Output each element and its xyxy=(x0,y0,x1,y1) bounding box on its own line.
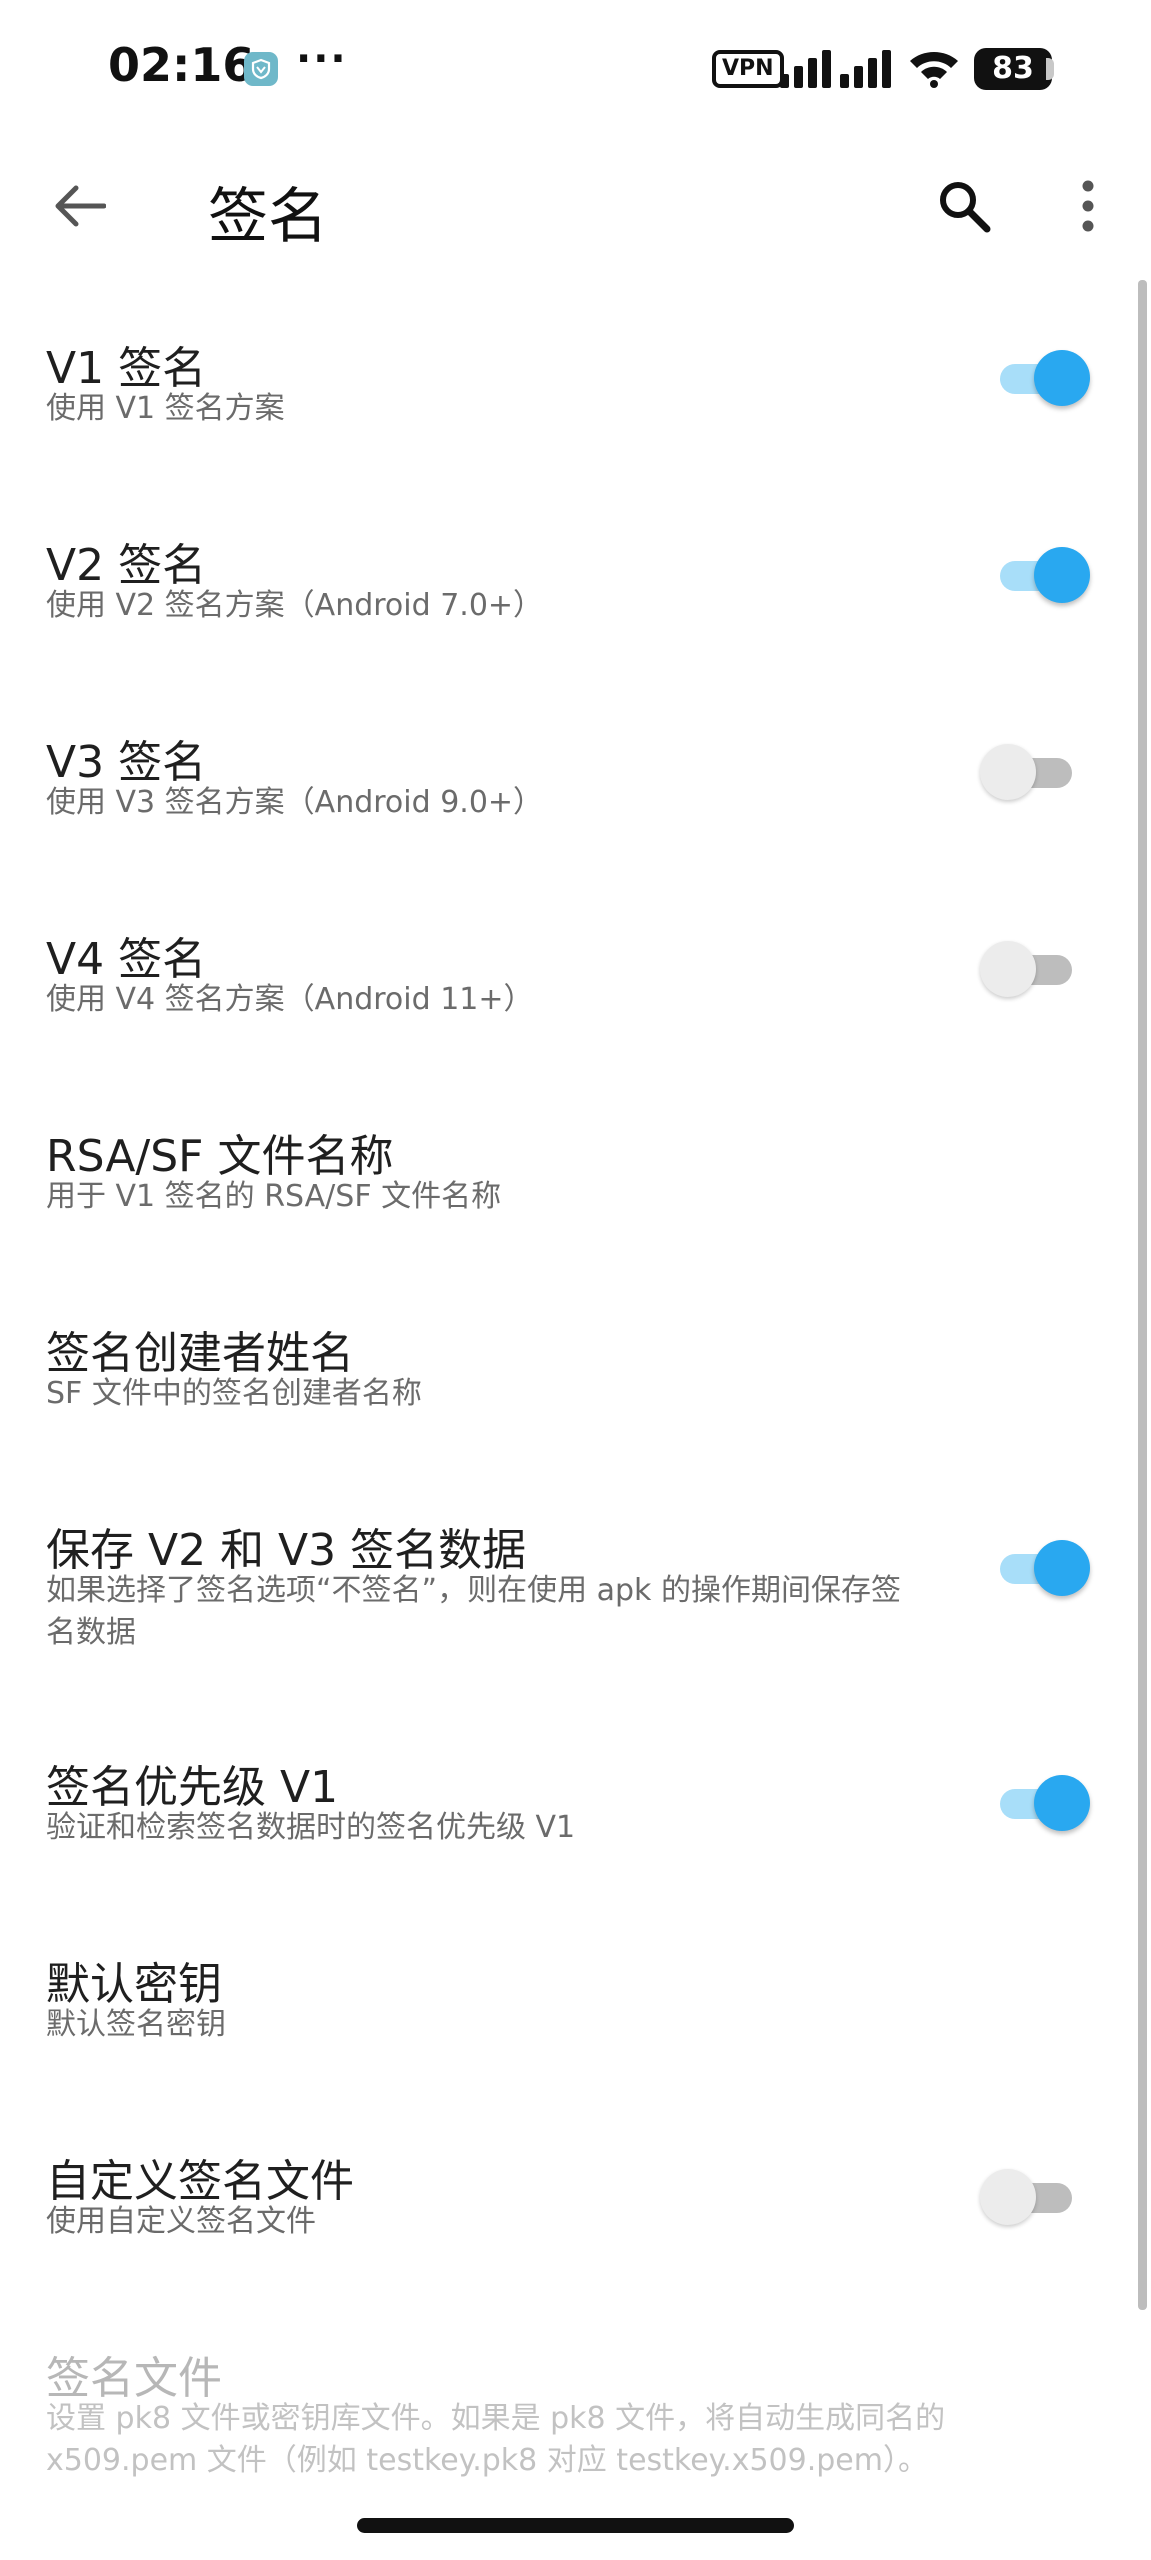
setting-custom-signature-file[interactable]: 自定义签名文件 使用自定义签名文件 xyxy=(0,2113,1138,2273)
notification-more-icon: ··· xyxy=(296,36,348,82)
setting-summary: 验证和检索签名数据时的签名优先级 V1 xyxy=(46,1810,576,1845)
signature-settings-screen: 02:16 ··· VPN 83 签名 V1 签名 使用 V1 签名方案 V2 … xyxy=(0,0,1151,2560)
setting-summary: 使用自定义签名文件 xyxy=(46,2204,316,2239)
setting-v4-signature[interactable]: V4 签名 使用 V4 签名方案（Android 11+） xyxy=(0,891,1138,1051)
more-options-button[interactable] xyxy=(1050,166,1126,246)
setting-summary: 用于 V1 签名的 RSA/SF 文件名称 xyxy=(46,1179,502,1214)
setting-signer-name[interactable]: 签名创建者姓名 SF 文件中的签名创建者名称 xyxy=(0,1285,1138,1445)
setting-title: 自定义签名文件 xyxy=(46,2156,354,2207)
v1-signature-switch[interactable] xyxy=(980,342,1095,412)
search-icon xyxy=(940,182,991,233)
setting-title: V1 签名 xyxy=(46,343,207,394)
scrollbar[interactable] xyxy=(1138,280,1147,2310)
setting-summary: 使用 V1 签名方案 xyxy=(46,391,285,426)
v3-signature-switch[interactable] xyxy=(980,736,1095,806)
wifi-icon xyxy=(908,48,960,92)
setting-title: RSA/SF 文件名称 xyxy=(46,1131,394,1182)
shield-icon xyxy=(244,52,278,86)
setting-title: 默认密钥 xyxy=(46,1959,222,2010)
setting-title: V3 签名 xyxy=(46,737,207,788)
setting-summary: 设置 pk8 文件或密钥库文件。如果是 pk8 文件，将自动生成同名的 x509… xyxy=(46,2401,946,2478)
app-bar: 签名 xyxy=(0,140,1151,270)
setting-default-key[interactable]: 默认密钥 默认签名密钥 xyxy=(0,1916,1138,2076)
more-vert-icon xyxy=(1082,180,1094,232)
gesture-navigation-bar[interactable] xyxy=(357,2518,794,2533)
setting-summary: 默认签名密钥 xyxy=(46,2007,226,2042)
status-bar: 02:16 ··· VPN 83 xyxy=(0,0,1151,140)
setting-title: V4 签名 xyxy=(46,934,207,985)
custom-signature-file-switch[interactable] xyxy=(980,2161,1095,2231)
setting-save-v2-v3-data[interactable]: 保存 V2 和 V3 签名数据 如果选择了签名选项“不签名”，则在使用 apk … xyxy=(0,1482,1138,1682)
setting-v3-signature[interactable]: V3 签名 使用 V3 签名方案（Android 9.0+） xyxy=(0,694,1138,854)
v2-signature-switch[interactable] xyxy=(980,539,1095,609)
setting-v2-signature[interactable]: V2 签名 使用 V2 签名方案（Android 7.0+） xyxy=(0,497,1138,657)
setting-title: 保存 V2 和 V3 签名数据 xyxy=(46,1525,527,1576)
battery-icon: 83 xyxy=(974,48,1052,90)
setting-title: 签名优先级 V1 xyxy=(46,1762,339,1813)
signal-strength-icon xyxy=(780,46,892,92)
page-title: 签名 xyxy=(208,182,328,252)
signature-priority-v1-switch[interactable] xyxy=(980,1767,1095,1837)
setting-summary: 使用 V2 签名方案（Android 7.0+） xyxy=(46,588,544,623)
search-button[interactable] xyxy=(924,166,1004,246)
status-time: 02:16 xyxy=(108,38,255,92)
setting-rsa-sf-filename[interactable]: RSA/SF 文件名称 用于 V1 签名的 RSA/SF 文件名称 xyxy=(0,1088,1138,1248)
arrow-left-icon xyxy=(55,185,106,227)
setting-title: 签名文件 xyxy=(46,2353,222,2404)
setting-title: 签名创建者姓名 xyxy=(46,1328,354,1379)
back-button[interactable] xyxy=(40,166,120,246)
battery-tip xyxy=(1046,58,1054,80)
setting-summary: 如果选择了签名选项“不签名”，则在使用 apk 的操作期间保存签名数据 xyxy=(46,1573,901,1650)
setting-summary: 使用 V4 签名方案（Android 11+） xyxy=(46,982,534,1017)
setting-signature-priority-v1[interactable]: 签名优先级 V1 验证和检索签名数据时的签名优先级 V1 xyxy=(0,1719,1138,1879)
setting-signature-file: 签名文件 设置 pk8 文件或密钥库文件。如果是 pk8 文件，将自动生成同名的… xyxy=(0,2310,1138,2510)
vpn-icon: VPN xyxy=(712,50,784,88)
setting-summary: SF 文件中的签名创建者名称 xyxy=(46,1376,422,1411)
setting-v1-signature[interactable]: V1 签名 使用 V1 签名方案 xyxy=(0,300,1138,460)
setting-summary: 使用 V3 签名方案（Android 9.0+） xyxy=(46,785,544,820)
setting-title: V2 签名 xyxy=(46,540,207,591)
v4-signature-switch[interactable] xyxy=(980,933,1095,1003)
save-v2-v3-data-switch[interactable] xyxy=(980,1532,1095,1602)
